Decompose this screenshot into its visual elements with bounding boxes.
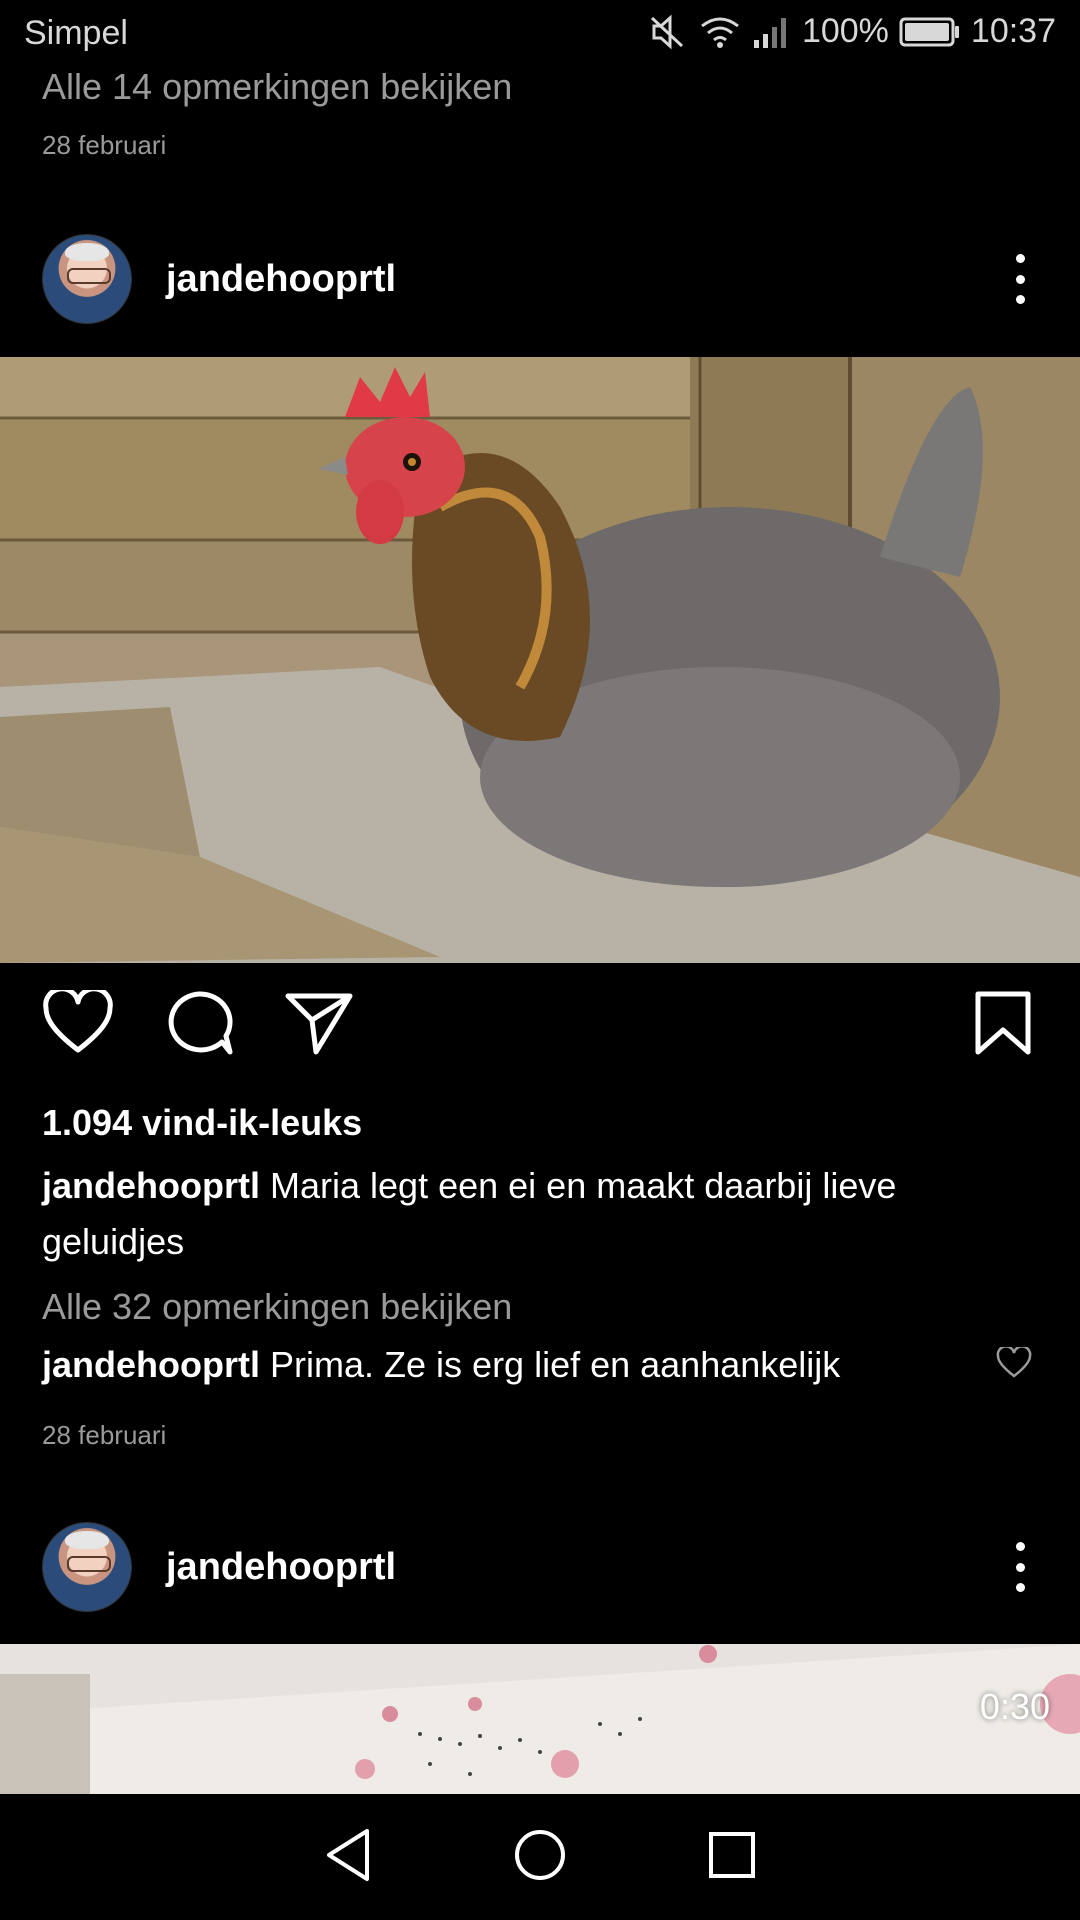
- battery-percentage: 100%: [801, 12, 889, 50]
- post-actions: [0, 986, 1080, 1080]
- battery-icon: [899, 16, 961, 48]
- likes-count[interactable]: 1.094 vind-ik-leuks: [42, 1102, 362, 1144]
- share-send-icon[interactable]: [284, 990, 354, 1061]
- status-bar-right: 100% 10:37: [648, 12, 1056, 51]
- comment-icon[interactable]: [164, 990, 234, 1061]
- view-all-comments-link[interactable]: Alle 32 opmerkingen bekijken: [42, 1286, 512, 1328]
- mute-icon: [648, 14, 688, 50]
- avatar[interactable]: [42, 234, 132, 324]
- wifi-icon: [698, 14, 742, 50]
- like-heart-icon[interactable]: [42, 986, 114, 1061]
- home-icon[interactable]: [513, 1828, 567, 1887]
- comment-like-heart-icon[interactable]: [996, 1345, 1032, 1384]
- status-carrier: Simpel: [24, 14, 128, 52]
- post-caption: jandehooprtl Maria legt een ei en maakt …: [42, 1158, 1032, 1270]
- bookmark-icon[interactable]: [974, 990, 1032, 1061]
- post-header: jandehooprtl: [0, 1507, 1080, 1627]
- comment-text: Prima. Ze is erg lief en aanhankelijk: [270, 1344, 841, 1385]
- signal-icon: [752, 14, 792, 50]
- post-username[interactable]: jandehooprtl: [166, 258, 396, 301]
- post-date: 28 februari: [42, 130, 167, 160]
- view-all-comments-link[interactable]: Alle 14 opmerkingen bekijken: [42, 66, 512, 108]
- more-options-icon[interactable]: [1010, 1542, 1030, 1592]
- video-preview[interactable]: [0, 1644, 1080, 1794]
- back-icon[interactable]: [323, 1827, 373, 1888]
- status-time: 10:37: [970, 12, 1056, 50]
- avatar[interactable]: [42, 1522, 132, 1612]
- comment-username[interactable]: jandehooprtl: [42, 1344, 260, 1385]
- more-options-icon[interactable]: [1010, 254, 1030, 304]
- post-username[interactable]: jandehooprtl: [166, 1546, 396, 1589]
- video-duration: 0:30: [979, 1686, 1050, 1727]
- post-header: jandehooprtl: [0, 219, 1080, 339]
- caption-username[interactable]: jandehooprtl: [42, 1165, 260, 1206]
- post-date: 28 februari: [42, 1420, 167, 1450]
- comment-preview: jandehooprtl Prima. Ze is erg lief en aa…: [42, 1344, 982, 1386]
- system-navigation-bar: [0, 1794, 1080, 1920]
- post-image[interactable]: [0, 357, 1080, 963]
- recents-icon[interactable]: [707, 1830, 757, 1885]
